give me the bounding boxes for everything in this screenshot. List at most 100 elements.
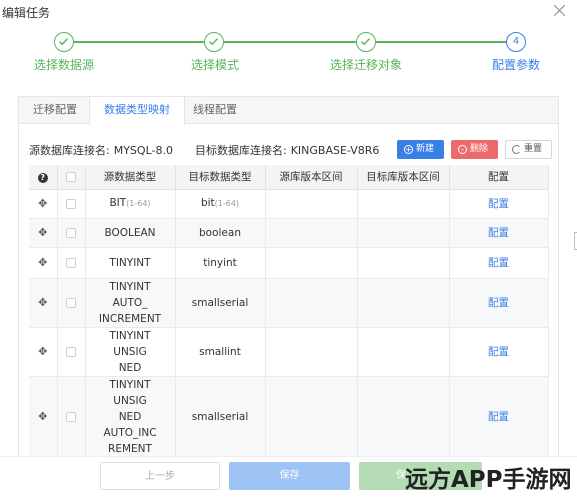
delete-button-label: 删除 (470, 144, 489, 154)
target-version-cell (357, 376, 450, 458)
source-version-cell (265, 376, 358, 458)
config-link[interactable]: 配置 (449, 327, 549, 377)
tab-bar: 迁移配置 数据类型映射 线程配置 (19, 97, 558, 125)
source-version-cell (265, 327, 358, 377)
plus-icon: + (404, 145, 413, 154)
minus-icon: - (458, 145, 467, 154)
step-number-badge: 4 (506, 32, 526, 52)
config-link[interactable]: 配置 (449, 278, 549, 328)
target-type-cell: bit(1-64) (175, 189, 266, 219)
tab-datatype-mapping[interactable]: 数据类型映射 (89, 97, 185, 125)
table-row: ✥ BOOLEAN boolean 配置 (29, 218, 549, 248)
refresh-icon (512, 145, 521, 154)
drag-handle-icon[interactable]: ✥ (38, 409, 47, 425)
step-label-config-params[interactable]: 配置参数 (492, 56, 540, 73)
config-link[interactable]: 配置 (449, 189, 549, 219)
source-type-cell: TINYINT AUTO_ INCREMENT (85, 278, 176, 328)
header-source-type: 源数据类型 (85, 165, 176, 190)
config-panel: 迁移配置 数据类型映射 线程配置 源数据库连接名: MYSQL-8.0 目标数据库连… (18, 96, 559, 458)
target-version-cell (357, 278, 450, 328)
source-type-cell: TINYINT (85, 247, 176, 279)
target-type-cell: boolean (175, 218, 266, 248)
edit-task-dialog: 编辑任务 4 选择数据源 选择模式 选择迁移对象 配置参数 迁移配置 数据类型映… (0, 0, 577, 500)
target-type-cell: smallserial (175, 278, 266, 328)
row-checkbox[interactable] (66, 227, 76, 238)
config-link[interactable]: 配置 (449, 218, 549, 248)
check-icon (204, 32, 224, 52)
drag-handle-icon[interactable]: ✥ (38, 344, 47, 360)
source-type-range: (1-64) (126, 199, 151, 208)
tab-thread-config[interactable]: 线程配置 (179, 97, 251, 124)
row-checkbox[interactable] (66, 297, 76, 308)
config-link[interactable]: 配置 (449, 376, 549, 458)
header-help: ? (29, 165, 58, 190)
steps-bar: 4 选择数据源 选择模式 选择迁移对象 配置参数 (0, 30, 577, 80)
source-type-cell: BIT(1-64) (85, 189, 176, 219)
drag-handle-icon[interactable]: ✥ (38, 196, 47, 212)
step-label-select-mode[interactable]: 选择模式 (191, 56, 239, 73)
close-icon[interactable] (551, 2, 569, 20)
target-conn-label: 目标数据库连接名: (194, 144, 287, 157)
header-target-version: 目标库版本区间 (357, 165, 450, 190)
check-icon (54, 32, 74, 52)
row-checkbox[interactable] (66, 257, 76, 268)
step-connector (74, 41, 204, 43)
watermark-text: 远方APP手游网 (405, 467, 572, 493)
source-type-text: BIT (109, 197, 127, 209)
table-header-row: ? 源数据类型 目标数据类型 源库版本区间 目标库版本区间 配置 (29, 165, 549, 190)
target-version-cell (357, 189, 450, 219)
drag-handle-icon[interactable]: ✥ (38, 255, 47, 271)
table-row: ✥ TINYINT UNSIG NED AUTO_INC REMENT smal… (29, 376, 549, 458)
source-type-cell: TINYINT UNSIG NED (85, 327, 176, 377)
target-type-cell: smallserial (175, 376, 266, 458)
tab-migration-config[interactable]: 迁移配置 (19, 97, 91, 124)
target-type-text: bit (200, 197, 215, 209)
row-checkbox[interactable] (66, 198, 76, 209)
target-type-cell: tinyint (175, 247, 266, 279)
delete-button[interactable]: - 删除 (451, 140, 498, 159)
dialog-title: 编辑任务 (2, 6, 51, 20)
new-button-label: 新建 (416, 144, 435, 154)
new-button[interactable]: + 新建 (397, 140, 444, 159)
header-config: 配置 (449, 165, 549, 190)
table-row: ✥ TINYINT UNSIG NED smallint 配置 (29, 327, 549, 377)
config-link[interactable]: 配置 (449, 247, 549, 279)
save-button[interactable]: 保存 (229, 462, 350, 490)
header-source-version: 源库版本区间 (265, 165, 358, 190)
help-icon[interactable]: ? (37, 172, 48, 183)
row-checkbox[interactable] (66, 346, 76, 357)
drag-handle-icon[interactable]: ✥ (38, 295, 47, 311)
target-conn-value: KINGBASE-V8R6 (290, 144, 380, 157)
datatype-mapping-table: ? 源数据类型 目标数据类型 源库版本区间 目标库版本区间 配置 ✥ BIT(1… (29, 165, 549, 458)
target-version-cell (357, 327, 450, 377)
reset-button[interactable]: 重置 (505, 140, 552, 159)
table-row: ✥ TINYINT tinyint 配置 (29, 247, 549, 279)
check-icon (356, 32, 376, 52)
source-version-cell (265, 247, 358, 279)
source-version-cell (265, 189, 358, 219)
step-connector (376, 41, 506, 43)
header-select-all (57, 165, 86, 190)
source-version-cell (265, 278, 358, 328)
source-type-cell: TINYINT UNSIG NED AUTO_INC REMENT (85, 376, 176, 458)
reset-button-label: 重置 (524, 144, 543, 154)
connection-info: 源数据库连接名: MYSQL-8.0 目标数据库连接名: KINGBASE-V8R6 (29, 142, 401, 158)
table-row: ✥ TINYINT AUTO_ INCREMENT smallserial 配置 (29, 278, 549, 328)
drag-handle-icon[interactable]: ✥ (38, 225, 47, 241)
select-all-checkbox[interactable] (66, 171, 76, 182)
table-row: ✥ BIT(1-64) bit(1-64) 配置 (29, 189, 549, 219)
row-checkbox[interactable] (66, 411, 76, 422)
source-conn-value: MYSQL-8.0 (113, 144, 173, 157)
source-conn-label: 源数据库连接名: (29, 144, 110, 157)
target-type-cell: smallint (175, 327, 266, 377)
target-type-range: (1-64) (214, 199, 240, 208)
step-connector (224, 41, 356, 43)
step-label-select-objects[interactable]: 选择迁移对象 (330, 56, 402, 73)
target-version-cell (357, 247, 450, 279)
source-version-cell (265, 218, 358, 248)
step-label-select-source[interactable]: 选择数据源 (34, 56, 94, 73)
target-version-cell (357, 218, 450, 248)
prev-step-button[interactable]: 上一步 (100, 462, 220, 490)
source-type-cell: BOOLEAN (85, 218, 176, 248)
header-target-type: 目标数据类型 (175, 165, 266, 190)
